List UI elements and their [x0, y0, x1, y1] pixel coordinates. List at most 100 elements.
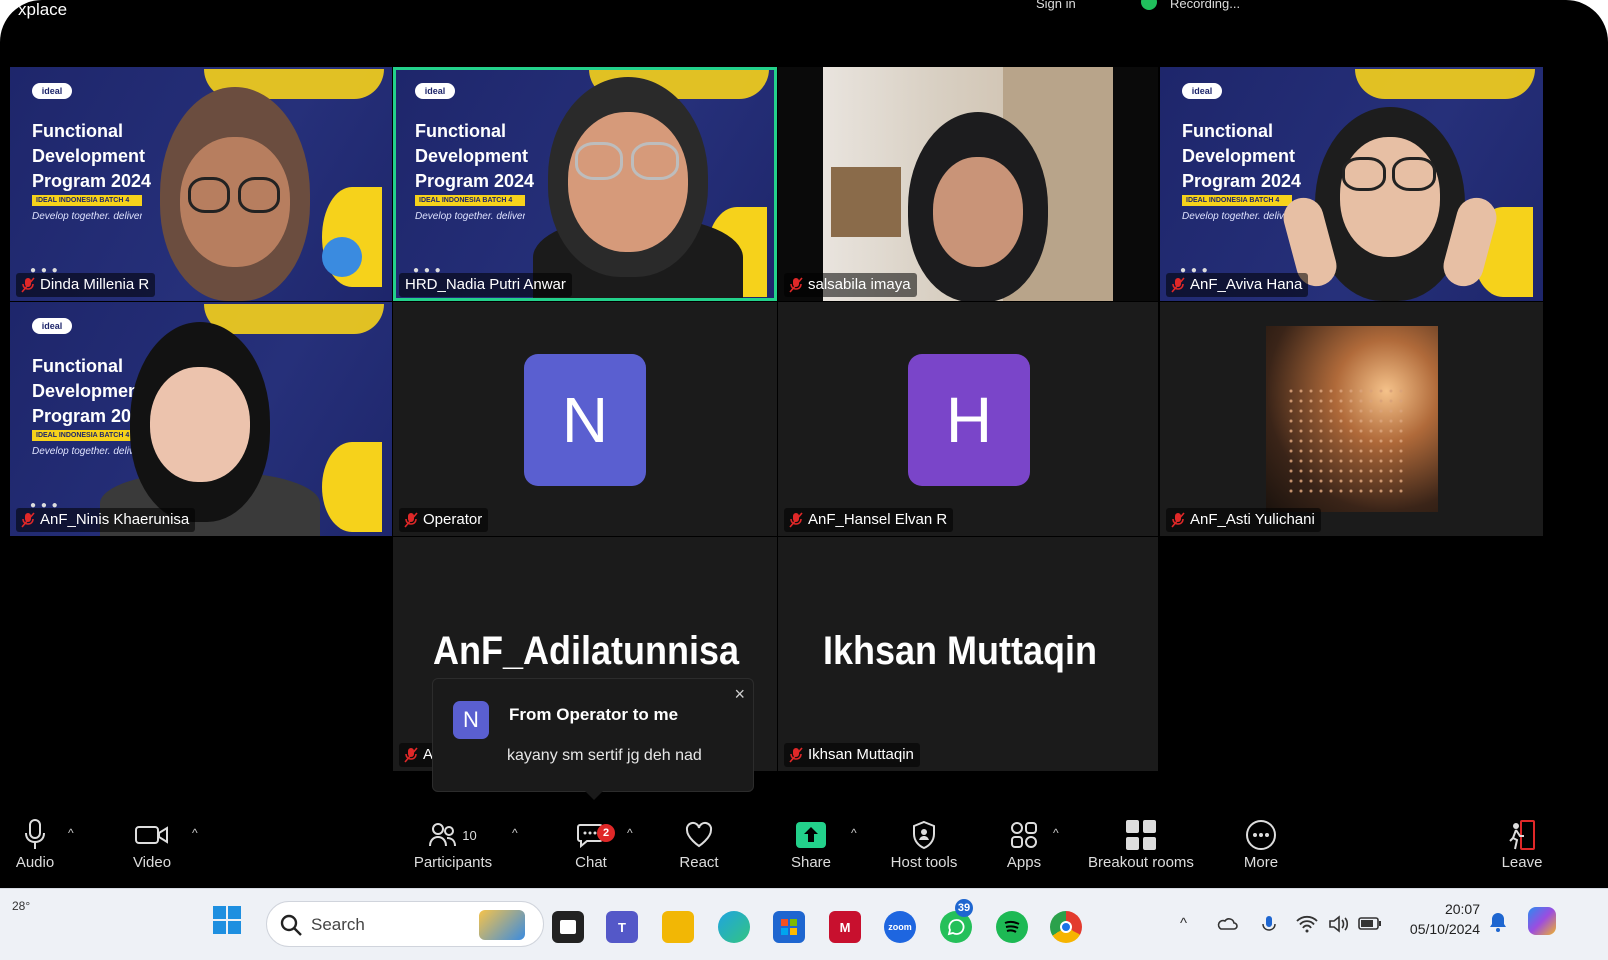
participant-video [100, 322, 320, 536]
video-options-caret[interactable]: ^ [192, 826, 198, 840]
video-tile-ninis[interactable]: ideal Functional Development Program 202… [10, 302, 392, 536]
teams-icon[interactable]: T [606, 911, 638, 943]
spotify-icon[interactable] [996, 911, 1028, 943]
chrome-icon[interactable] [1050, 911, 1082, 943]
participant-name-label: Operator [399, 508, 489, 532]
volume-icon [1329, 915, 1349, 933]
mic-muted-icon [21, 512, 35, 528]
more-button[interactable]: More [1238, 816, 1284, 871]
microphone-icon [25, 819, 45, 849]
battery-icon [1358, 917, 1381, 930]
participant-name-label: HRD_Nadia Putri Anwar [399, 273, 572, 297]
recording-status[interactable]: Recording... [1170, 0, 1240, 11]
heart-icon [685, 821, 713, 848]
leave-button[interactable]: Leave [1498, 816, 1546, 871]
microsoft-store-icon[interactable] [773, 911, 805, 943]
shield-status-icon [1141, 0, 1157, 10]
close-icon[interactable]: × [734, 684, 745, 705]
host-tools-button[interactable]: Host tools [884, 816, 964, 871]
show-hidden-icons-chevron[interactable]: ^ [1180, 915, 1187, 932]
banner-tagline: Develop together. deliver better [32, 211, 142, 222]
copilot-icon[interactable] [1528, 907, 1556, 935]
avatar: H [908, 354, 1030, 486]
participants-button[interactable]: 10 Participants [410, 816, 496, 871]
system-clock[interactable]: 20:07 05/10/2024 [1410, 899, 1480, 939]
video-camera-icon [135, 826, 168, 844]
title-bar: xplace Sign in Recording... [0, 0, 1608, 24]
participant-count: 10 [462, 827, 477, 843]
mic-muted-icon [404, 512, 418, 528]
whatsapp-badge: 39 [955, 899, 973, 917]
breakout-rooms-icon [1126, 820, 1156, 850]
participant-name-label: AnF_Ninis Khaerunisa [16, 508, 196, 532]
breakout-rooms-button[interactable]: Breakout rooms [1082, 816, 1200, 871]
participant-video [823, 67, 1113, 301]
chat-notification[interactable]: N From Operator to me kayany sm sertif j… [432, 678, 754, 800]
video-tile-operator[interactable]: N Operator [393, 302, 777, 536]
mic-muted-icon [21, 277, 35, 293]
clock-date: 05/10/2024 [1409, 921, 1480, 937]
video-tile-asti[interactable]: AnF_Asti Yulichani [1160, 302, 1543, 536]
file-explorer-icon[interactable] [662, 911, 694, 943]
participant-video [523, 77, 763, 301]
participants-icon [429, 823, 457, 847]
ideal-logo: ideal [32, 318, 72, 334]
video-tile-ikhsan[interactable]: Ikhsan Muttaqin Ikhsan Muttaqin [778, 537, 1158, 771]
video-tile-salsabila[interactable]: salsabila imaya [778, 67, 1158, 301]
onedrive-cloud-icon [1217, 918, 1238, 930]
video-tile-dinda[interactable]: ideal Functional Development Program 202… [10, 67, 392, 301]
chat-button[interactable]: Chat 2 [568, 816, 615, 871]
os-taskbar: 28° Search T M zoom 39 ^ 20:07 05/10/202… [0, 888, 1608, 960]
share-screen-icon [796, 822, 826, 848]
audio-button[interactable]: Audio [8, 816, 62, 871]
mic-muted-icon [789, 512, 803, 528]
ideal-logo: ideal [32, 83, 72, 99]
chat-notification-title: From Operator to me [509, 705, 679, 724]
chat-notification-message: kayany sm sertif jg deh nad [507, 747, 702, 764]
taskbar-search-box[interactable]: Search [266, 901, 544, 947]
share-options-caret[interactable]: ^ [851, 826, 857, 840]
banner-strip: IDEAL INDONESIA BATCH 4 [415, 195, 525, 206]
zoom-meeting-window: xplace Sign in Recording... ideal Functi… [0, 0, 1608, 960]
react-button[interactable]: React [676, 816, 722, 871]
notification-bell-icon [1490, 913, 1506, 932]
video-tile-aviva[interactable]: ideal Functional Development Program 202… [1160, 67, 1543, 301]
video-tile-hansel[interactable]: H AnF_Hansel Elvan R [778, 302, 1158, 536]
more-icon [1246, 820, 1276, 850]
participants-options-caret[interactable]: ^ [512, 826, 518, 840]
participant-name-label: salsabila imaya [784, 273, 917, 297]
audio-options-caret[interactable]: ^ [68, 826, 74, 840]
task-view-icon[interactable] [552, 911, 584, 943]
shield-icon [913, 820, 935, 850]
mic-muted-icon [1171, 512, 1185, 528]
share-button[interactable]: Share [788, 816, 834, 871]
mcafee-icon[interactable]: M [829, 911, 861, 943]
apps-icon [1011, 822, 1037, 848]
mic-muted-icon [1171, 277, 1185, 293]
clock-time: 20:07 [1444, 901, 1480, 917]
video-tile-nadia[interactable]: ideal Functional Development Program 202… [393, 67, 777, 301]
leave-door-icon [1509, 820, 1535, 850]
sign-in-link[interactable]: Sign in [1036, 0, 1076, 11]
edge-browser-icon[interactable] [718, 911, 750, 943]
banner-tagline: Develop together. deliver better [415, 211, 525, 222]
zoom-app-icon[interactable]: zoom [884, 911, 916, 943]
sender-avatar: N [453, 701, 489, 739]
apps-options-caret[interactable]: ^ [1053, 826, 1059, 840]
video-button[interactable]: Video [126, 816, 178, 871]
search-highlight-image [479, 910, 525, 940]
participant-name-label: Dinda Millenia R [16, 273, 156, 297]
search-icon [280, 914, 302, 936]
windows-start-icon[interactable] [212, 905, 242, 935]
participant-name-label: AnF_Asti Yulichani [1166, 508, 1321, 532]
mic-muted-icon [789, 747, 803, 763]
weather-widget[interactable]: 28° [12, 899, 30, 913]
profile-photo [1266, 326, 1438, 512]
chat-options-caret[interactable]: ^ [627, 826, 633, 840]
participant-name-label: AnF_Aviva Hana [1166, 273, 1309, 297]
apps-button[interactable]: Apps [1002, 816, 1046, 871]
wifi-icon [1296, 915, 1318, 933]
participant-display-name: Ikhsan Muttaqin [823, 629, 1098, 673]
mic-muted-icon [789, 277, 803, 293]
participant-name-label: Ikhsan Muttaqin [784, 743, 920, 767]
